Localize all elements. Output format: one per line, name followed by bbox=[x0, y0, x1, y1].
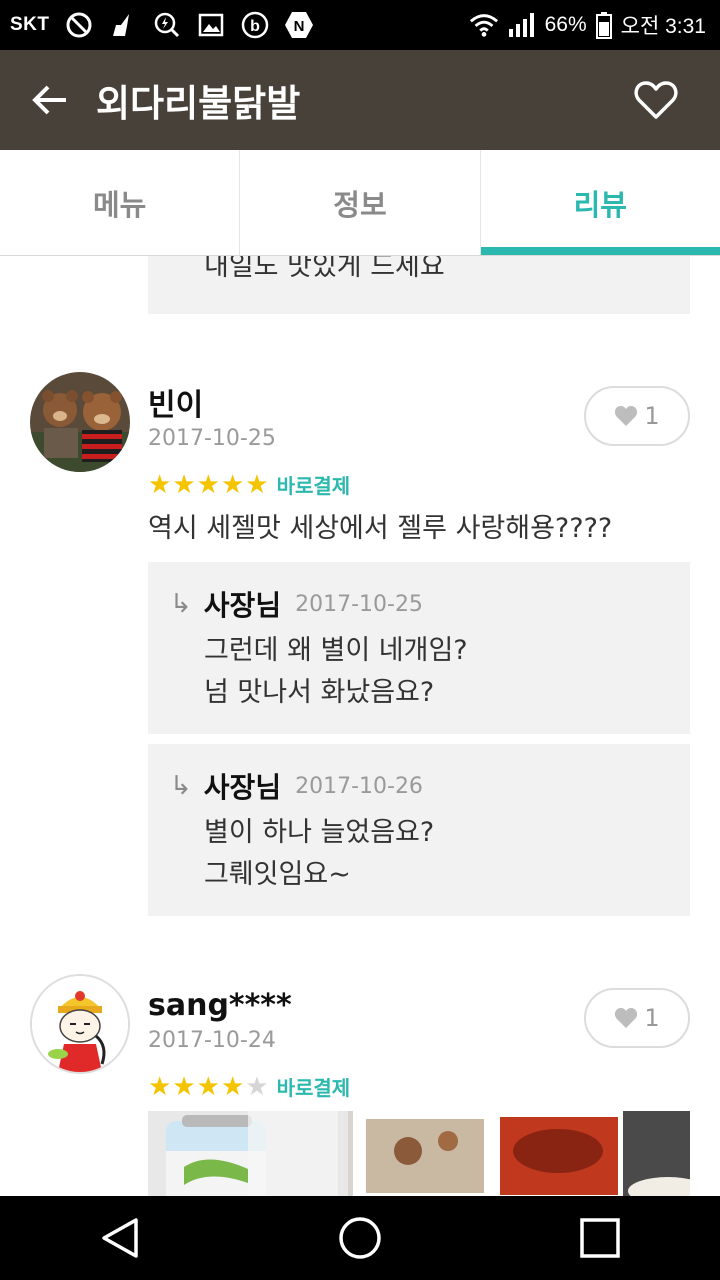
arrow-left-icon bbox=[32, 85, 66, 115]
reply-line: 그런데 왜 별이 네개임? bbox=[204, 635, 468, 666]
reply-text: 그런데 왜 별이 네개임? 넘 맛나서 화났음요? bbox=[204, 630, 468, 714]
reviewer-name: sang**** bbox=[148, 988, 292, 1023]
svg-text:N: N bbox=[293, 18, 304, 35]
reply-author: 사장님 bbox=[203, 589, 282, 622]
like-button[interactable]: 1 bbox=[584, 386, 690, 446]
svg-text:b: b bbox=[250, 18, 260, 35]
reply-text: 별이 하나 늘었음요? 그뤠잇임요~ bbox=[204, 812, 434, 896]
reply-line: 넘 맛나서 화났음요? bbox=[204, 677, 435, 708]
tab-bar: 메뉴 정보 리뷰 bbox=[0, 150, 720, 256]
reply-line: 별이 하나 늘었음요? bbox=[204, 817, 435, 848]
review-date: 2017-10-24 bbox=[148, 1028, 276, 1053]
system-nav-bar bbox=[0, 1196, 720, 1280]
reply-box: ↳ 사장님 2017-10-26 별이 하나 늘었음요? 그뤠잇임요~ bbox=[148, 744, 690, 916]
review-list[interactable]: 내일도 맛있게 드세요 빈이 2017-10-25 1 ★ ★ ★ ★ ★ 바로… bbox=[0, 256, 720, 1196]
nav-recents-button[interactable] bbox=[560, 1196, 640, 1280]
app-bar: 외다리불닭발 bbox=[0, 50, 720, 150]
reply-arrow-icon: ↳ bbox=[170, 771, 192, 801]
reply-box: 내일도 맛있게 드세요 bbox=[148, 256, 690, 314]
rating-row: ★ ★ ★ ★ ★ 바로결제 bbox=[148, 470, 350, 499]
payment-badge: 바로결제 bbox=[276, 1076, 351, 1100]
gallery-icon bbox=[196, 10, 226, 40]
like-button[interactable]: 1 bbox=[584, 988, 690, 1048]
review-item: sang**** 2017-10-24 1 ★ ★ ★ ★ ★ 바로결제 bbox=[0, 974, 720, 1196]
back-button[interactable] bbox=[22, 72, 78, 128]
no-disturb-icon bbox=[64, 10, 94, 40]
clock: 오전 3:31 bbox=[620, 15, 706, 38]
star-icon: ★ bbox=[196, 469, 220, 500]
tab-reviews[interactable]: 리뷰 bbox=[480, 150, 720, 255]
battery-icon bbox=[595, 10, 613, 40]
heart-icon bbox=[615, 406, 638, 426]
page-title: 외다리불닭발 bbox=[96, 82, 301, 125]
reply-date: 2017-10-25 bbox=[295, 591, 423, 617]
wifi-icon bbox=[469, 10, 499, 40]
reply-box: ↳ 사장님 2017-10-25 그런데 왜 별이 네개임? 넘 맛나서 화났음… bbox=[148, 562, 690, 734]
avatar[interactable] bbox=[30, 372, 130, 472]
star-icon: ★ bbox=[220, 1071, 245, 1102]
signal-icon bbox=[507, 10, 537, 40]
carrier-label: SKT bbox=[10, 14, 50, 35]
star-icon: ★ bbox=[172, 1071, 196, 1102]
reply-text: 내일도 맛있게 드세요 bbox=[204, 256, 445, 282]
tab-menu[interactable]: 메뉴 bbox=[0, 150, 241, 255]
b-app-icon: b bbox=[240, 10, 270, 40]
status-bar: SKT b N 66% 오전 3:31 bbox=[0, 0, 720, 50]
triangle-back-icon bbox=[102, 1218, 138, 1258]
nav-home-button[interactable] bbox=[320, 1196, 400, 1280]
star-icon: ★ bbox=[245, 469, 269, 500]
star-icon: ★ bbox=[245, 1071, 269, 1102]
like-count: 1 bbox=[644, 402, 660, 430]
like-count: 1 bbox=[644, 1004, 660, 1032]
naver-icon: N bbox=[284, 10, 314, 40]
star-icon: ★ bbox=[196, 1071, 220, 1102]
search-bolt-icon bbox=[152, 10, 182, 40]
star-icon: ★ bbox=[148, 469, 172, 500]
reply-author: 사장님 bbox=[203, 771, 282, 804]
star-rating: ★ ★ ★ ★ ★ bbox=[148, 472, 269, 498]
square-recents-icon bbox=[580, 1218, 620, 1258]
star-icon: ★ bbox=[220, 469, 245, 500]
review-date: 2017-10-25 bbox=[148, 426, 276, 451]
battery-percent: 66% bbox=[544, 13, 587, 36]
star-rating: ★ ★ ★ ★ ★ bbox=[148, 1074, 269, 1100]
review-text: 역시 세젤맛 세상에서 젤루 사랑해용???? bbox=[148, 513, 613, 544]
reply-arrow-icon: ↳ bbox=[170, 589, 192, 619]
circle-home-icon bbox=[339, 1217, 381, 1259]
avatar[interactable] bbox=[30, 974, 130, 1074]
review-photo[interactable] bbox=[148, 1111, 690, 1196]
reviewer-name: 빈이 bbox=[148, 388, 204, 423]
star-icon: ★ bbox=[148, 1071, 172, 1102]
reply-date: 2017-10-26 bbox=[295, 773, 423, 799]
review-item: 빈이 2017-10-25 1 ★ ★ ★ ★ ★ 바로결제 역시 세젤맛 세상… bbox=[0, 372, 720, 932]
tab-info[interactable]: 정보 bbox=[240, 150, 481, 255]
payment-badge: 바로결제 bbox=[276, 474, 351, 498]
heart-icon bbox=[615, 1008, 638, 1028]
cleaner-icon bbox=[108, 10, 138, 40]
rating-row: ★ ★ ★ ★ ★ 바로결제 bbox=[148, 1072, 350, 1101]
reply-line: 그뤠잇임요~ bbox=[204, 859, 351, 890]
favorite-button[interactable] bbox=[630, 74, 682, 126]
star-icon: ★ bbox=[172, 469, 196, 500]
nav-back-button[interactable] bbox=[80, 1196, 160, 1280]
heart-outline-icon bbox=[634, 81, 678, 119]
